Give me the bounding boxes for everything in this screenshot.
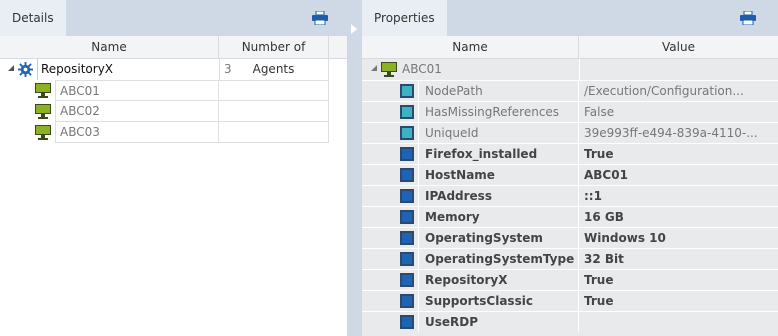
details-panel: Details Name Number of Agents Repository… [0, 0, 347, 336]
square-icon-blue [400, 315, 414, 329]
properties-panel: Properties Name Value ABC01 NodePath/Exe… [362, 0, 778, 336]
agent-name: ABC02 [55, 101, 219, 122]
property-row[interactable]: HasMissingReferences False [362, 101, 778, 122]
square-icon-teal [400, 105, 414, 119]
agent-name: ABC03 [55, 122, 219, 143]
printer-icon[interactable] [312, 11, 328, 25]
details-tabbar: Details [0, 0, 347, 36]
agent-count [218, 122, 329, 143]
properties-root-value [579, 59, 778, 80]
tree-row-root[interactable]: RepositoryX 3 [0, 59, 347, 80]
property-row[interactable]: Firefox_installed True [362, 143, 778, 164]
square-icon-blue [400, 273, 414, 287]
property-value: 16 GB [584, 210, 624, 224]
tree-row-agent[interactable]: ABC03 [0, 122, 347, 143]
monitor-icon [35, 83, 51, 98]
tree-row-agent[interactable]: ABC02 [0, 101, 347, 122]
square-icon-blue [400, 252, 414, 266]
property-name: OperatingSystem [418, 228, 579, 248]
property-value: True [584, 294, 614, 308]
square-icon-blue [400, 231, 414, 245]
printer-icon[interactable] [740, 11, 756, 25]
properties-tabbar: Properties [362, 0, 778, 36]
property-value: 39e993ff-e494-839a-4110-... [584, 126, 758, 140]
tree-row-agent[interactable]: ABC01 [0, 80, 347, 101]
property-row[interactable]: OperatingSystem Windows 10 [362, 227, 778, 248]
column-header-agents[interactable]: Number of Agents [219, 36, 329, 76]
square-icon-teal [400, 84, 414, 98]
property-value: /Execution/Configuration... [584, 84, 744, 98]
square-icon-blue [400, 168, 414, 182]
property-row[interactable]: Memory 16 GB [362, 206, 778, 227]
properties-root-row[interactable]: ABC01 [362, 59, 778, 80]
property-value: Windows 10 [584, 231, 666, 245]
property-name: IPAddress [418, 186, 579, 206]
property-value: True [584, 273, 614, 287]
collapse-triangle-icon[interactable] [368, 59, 380, 80]
property-row[interactable]: HostName ABC01 [362, 164, 778, 185]
property-name: Firefox_installed [418, 144, 579, 164]
monitor-icon [35, 125, 51, 140]
property-row[interactable]: RepositoryX True [362, 269, 778, 290]
property-row[interactable]: UseRDP [362, 311, 778, 332]
details-grid-header: Name Number of Agents [0, 36, 347, 76]
property-value [579, 312, 778, 332]
monitor-icon [381, 62, 397, 77]
property-name: OperatingSystemType [418, 249, 579, 269]
property-name: HostName [418, 165, 579, 185]
column-header-name[interactable]: Name [362, 36, 579, 58]
agent-count [218, 101, 329, 122]
column-header-value[interactable]: Value [579, 36, 778, 58]
tree-root-agent-count: 3 [219, 59, 329, 80]
properties-root-name: ABC01 [402, 62, 442, 76]
property-name: UseRDP [418, 312, 579, 332]
tab-properties[interactable]: Properties [362, 0, 447, 36]
column-header-name[interactable]: Name [0, 36, 219, 58]
panel-splitter[interactable] [347, 0, 362, 336]
property-value: ::1 [584, 189, 602, 203]
square-icon-teal [400, 126, 414, 140]
collapse-triangle-icon[interactable] [5, 59, 17, 80]
property-name: Memory [418, 207, 579, 227]
agent-name: ABC01 [55, 80, 219, 101]
tab-details[interactable]: Details [0, 0, 66, 36]
property-value: False [584, 105, 615, 119]
property-name: HasMissingReferences [418, 102, 579, 122]
property-row[interactable]: UniqueId 39e993ff-e494-839a-4110-... [362, 122, 778, 143]
property-name: RepositoryX [418, 270, 579, 290]
property-name: UniqueId [418, 123, 579, 143]
square-icon-blue [400, 189, 414, 203]
square-icon-blue [400, 147, 414, 161]
property-name: SupportsClassic [418, 291, 579, 311]
square-icon-blue [400, 294, 414, 308]
property-row[interactable]: SupportsClassic True [362, 290, 778, 311]
splitter-arrow-icon[interactable] [351, 24, 357, 34]
properties-grid-header: Name Value [362, 36, 778, 59]
property-value: ABC01 [584, 168, 628, 182]
monitor-icon [35, 104, 51, 119]
property-value: 32 Bit [584, 252, 624, 266]
property-name: NodePath [418, 81, 579, 101]
property-row[interactable]: OperatingSystemType 32 Bit [362, 248, 778, 269]
property-value: True [584, 147, 614, 161]
details-tree: RepositoryX 3 ABC01 ABC02 ABC03 [0, 59, 347, 143]
agent-count [218, 80, 329, 101]
square-icon-blue [400, 210, 414, 224]
tree-root-name: RepositoryX [37, 59, 219, 80]
property-row[interactable]: IPAddress::1 [362, 185, 778, 206]
properties-tree: ABC01 NodePath/Execution/Configuration..… [362, 59, 778, 336]
gear-icon [18, 62, 33, 77]
property-row[interactable]: NodePath/Execution/Configuration... [362, 80, 778, 101]
